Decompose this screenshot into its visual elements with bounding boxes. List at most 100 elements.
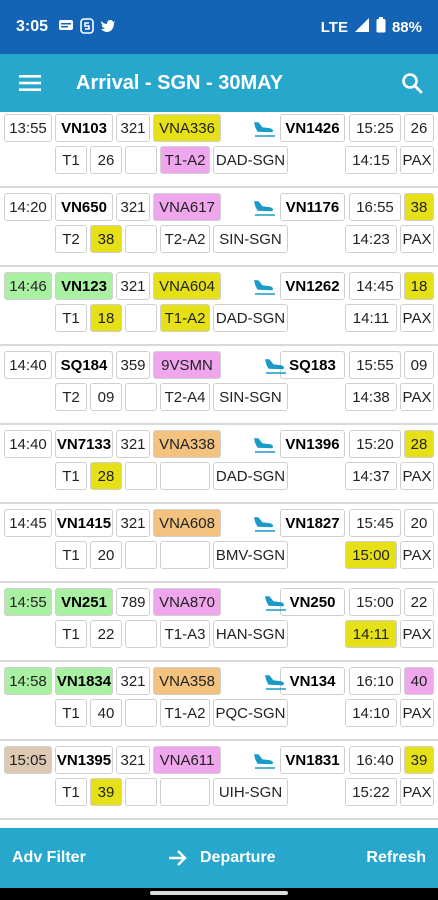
message-icon <box>58 19 74 36</box>
dep-flight-cell: VN1426 <box>280 114 345 142</box>
dep-flight-cell: VN1262 <box>280 272 345 300</box>
flight-cell: VN123 <box>55 272 113 300</box>
registration-cell: VNA358 <box>153 667 221 695</box>
pax-cell: PAX <box>400 304 434 332</box>
pax-cell: PAX <box>400 541 434 569</box>
dep-flight-cell: VN1827 <box>280 509 345 537</box>
route-cell: PQC-SGN <box>213 699 288 727</box>
registration-cell: VNA611 <box>153 746 221 774</box>
plane-landing-icon <box>264 596 286 611</box>
blank-cell <box>125 620 157 648</box>
eta-cell: 15:00 <box>345 541 397 569</box>
search-icon <box>402 73 423 94</box>
twitter-icon <box>100 19 116 36</box>
flight-row[interactable]: 14:55 VN251 789 VNA870 VN250 15:00 22 T1 22 T1-A3… <box>0 583 438 662</box>
route-cell: DAD-SGN <box>213 146 288 174</box>
slot-cell: T1-A2 <box>160 304 210 332</box>
sta-cell: 14:20 <box>4 193 52 221</box>
gate-cell: 22 <box>404 588 434 616</box>
aircraft-cell: 321 <box>116 193 150 221</box>
flight-cell: VN650 <box>55 193 113 221</box>
aircraft-cell: 321 <box>116 667 150 695</box>
sta-cell: 14:40 <box>4 430 52 458</box>
sta-cell: 15:05 <box>4 746 52 774</box>
aircraft-cell: 359 <box>116 351 150 379</box>
signal-icon <box>354 17 370 37</box>
clock: 3:05 <box>16 18 49 35</box>
plane-landing-icon <box>264 675 286 690</box>
std-cell: 15:20 <box>349 430 401 458</box>
dep-flight-cell: VN1176 <box>280 193 345 221</box>
blank-cell <box>125 541 157 569</box>
blank-cell <box>125 304 157 332</box>
dep-flight-cell: VN1831 <box>280 746 345 774</box>
flight-row[interactable]: 14:46 VN123 321 VNA604 VN1262 14:45 18 T1 18 T1-A… <box>0 267 438 346</box>
aircraft-cell: 321 <box>116 272 150 300</box>
gate-cell: 38 <box>404 193 434 221</box>
flight-row[interactable]: 14:58 VN1834 321 VNA358 VN134 16:10 40 T1 40 T1-A… <box>0 662 438 741</box>
terminal-cell: T1 <box>55 462 87 490</box>
std-cell: 16:55 <box>349 193 401 221</box>
eta-cell: 14:37 <box>345 462 397 490</box>
flight-cell: VN1834 <box>55 667 113 695</box>
route-cell: BMV-SGN <box>213 541 288 569</box>
sta-cell: 14:40 <box>4 351 52 379</box>
slot-cell: T1-A2 <box>160 146 210 174</box>
gate-cell: 40 <box>404 667 434 695</box>
route-cell: DAD-SGN <box>213 304 288 332</box>
dep-flight-cell: SQ183 <box>280 351 345 379</box>
pax-cell: PAX <box>400 699 434 727</box>
adv-filter-button[interactable]: Adv Filter <box>12 849 86 867</box>
gate-cell: 39 <box>404 746 434 774</box>
plane-landing-icon <box>264 359 286 374</box>
departure-button[interactable]: Departure <box>168 849 276 867</box>
stand-cell: 28 <box>90 462 122 490</box>
sta-cell: 14:55 <box>4 588 52 616</box>
registration-cell: VNA336 <box>153 114 221 142</box>
flight-cell: VN1415 <box>55 509 113 537</box>
blank-cell <box>125 462 157 490</box>
flight-row[interactable]: 14:45 VN1415 321 VNA608 VN1827 15:45 20 T1 20 BMV… <box>0 504 438 583</box>
terminal-cell: T2 <box>55 383 87 411</box>
pax-cell: PAX <box>400 383 434 411</box>
std-cell: 15:55 <box>349 351 401 379</box>
slot-cell: T2-A4 <box>160 383 210 411</box>
stand-cell: 09 <box>90 383 122 411</box>
arrival-list[interactable]: 13:55 VN103 321 VNA336 VN1426 15:25 26 T1 26 T1-A… <box>0 112 438 828</box>
search-button[interactable] <box>386 54 438 112</box>
terminal-cell: T1 <box>55 541 87 569</box>
stand-cell: 38 <box>90 225 122 253</box>
flight-row[interactable]: 14:20 VN650 321 VNA617 VN1176 16:55 38 T2 38 T2-A… <box>0 188 438 267</box>
aircraft-cell: 321 <box>116 746 150 774</box>
aircraft-cell: 789 <box>116 588 150 616</box>
stand-cell: 40 <box>90 699 122 727</box>
sta-cell: 14:45 <box>4 509 52 537</box>
plane-landing-icon <box>253 122 275 137</box>
flight-row[interactable]: 13:55 VN103 321 VNA336 VN1426 15:25 26 T1 26 T1-A… <box>0 112 438 188</box>
std-cell: 16:10 <box>349 667 401 695</box>
pax-cell: PAX <box>400 778 434 806</box>
flight-cell: VN103 <box>55 114 113 142</box>
menu-button[interactable] <box>0 54 60 112</box>
aircraft-cell: 321 <box>116 509 150 537</box>
blank-cell <box>125 699 157 727</box>
sta-cell: 14:58 <box>4 667 52 695</box>
aircraft-cell: 321 <box>116 114 150 142</box>
battery-percent: 88% <box>391 18 422 36</box>
terminal-cell: T1 <box>55 620 87 648</box>
terminal-cell: T1 <box>55 146 87 174</box>
flight-row[interactable]: 15:05 VN1395 321 VNA611 VN1831 16:40 39 T1 39 UIH… <box>0 741 438 820</box>
battery-icon <box>376 17 386 37</box>
departure-label: Departure <box>200 849 276 866</box>
slot-cell: T1-A2 <box>160 699 210 727</box>
flight-row[interactable]: 14:40 VN7133 321 VNA338 VN1396 15:20 28 T1 28 DAD… <box>0 425 438 504</box>
plane-landing-icon <box>253 201 275 216</box>
eta-cell: 14:38 <box>345 383 397 411</box>
plane-landing-icon <box>253 438 275 453</box>
refresh-button[interactable]: Refresh <box>366 849 426 867</box>
gate-cell: 18 <box>404 272 434 300</box>
route-cell: HAN-SGN <box>213 620 288 648</box>
gate-cell: 26 <box>404 114 434 142</box>
flight-row[interactable]: 14:40 SQ184 359 9VSMN SQ183 15:55 09 T2 09 T2-A4 S… <box>0 346 438 425</box>
flight-cell: SQ184 <box>55 351 113 379</box>
